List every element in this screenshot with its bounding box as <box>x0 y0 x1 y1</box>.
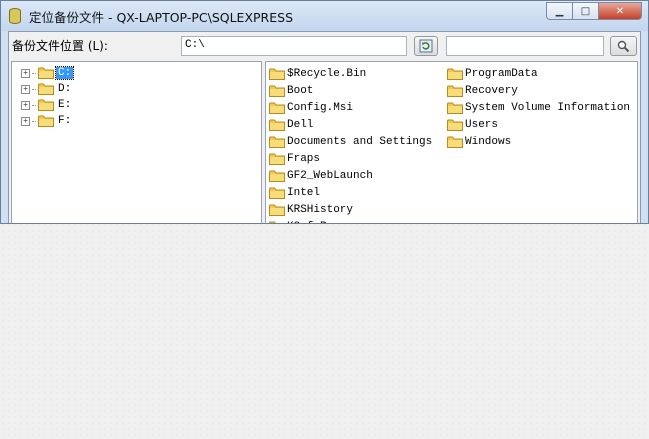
folder-name: $Recycle.Bin <box>287 67 367 80</box>
database-icon <box>9 8 21 24</box>
refresh-button[interactable] <box>414 36 438 56</box>
close-button[interactable]: ✕ <box>598 2 642 20</box>
drive-label: D: <box>58 83 72 95</box>
folder-icon <box>38 67 54 79</box>
title-bar[interactable]: 定位备份文件 - QX-LAPTOP-PC\SQLEXPRESS ▁ □ ✕ <box>1 1 648 31</box>
folder-list[interactable]: $Recycle.Bin Boot Config.Msi Dell Documents … <box>265 61 638 224</box>
folder-name: Users <box>465 118 499 131</box>
folder-name: Recovery <box>465 84 518 97</box>
folder-item[interactable]: Users <box>447 116 630 133</box>
folder-icon <box>269 85 285 97</box>
plus-expander-icon[interactable]: + <box>21 100 30 110</box>
window-controls: ▁ □ ✕ <box>546 2 642 20</box>
folder-icon <box>269 119 285 131</box>
drive-tree[interactable]: + C: + D: + E: + F: <box>11 61 262 223</box>
folder-icon <box>447 102 463 114</box>
folder-item[interactable]: $Recycle.Bin <box>269 65 432 82</box>
plus-expander-icon[interactable]: + <box>21 84 30 94</box>
folder-icon <box>269 102 285 114</box>
folder-icon <box>38 115 54 127</box>
folder-icon <box>38 83 54 95</box>
folder-icon <box>447 68 463 80</box>
folder-item[interactable]: System Volume Information <box>447 99 630 116</box>
drive-label: F: <box>58 115 72 127</box>
folder-icon <box>447 136 463 148</box>
backup-location-label: 备份文件位置 (L): <box>12 39 108 53</box>
folder-icon <box>38 99 54 111</box>
tree-connector <box>32 72 36 74</box>
window-title: 定位备份文件 - QX-LAPTOP-PC\SQLEXPRESS <box>29 10 294 25</box>
search-input[interactable] <box>446 36 604 56</box>
drive-label: C: <box>54 66 75 80</box>
tree-connector <box>32 120 36 122</box>
dialog-window: 定位备份文件 - QX-LAPTOP-PC\SQLEXPRESS ▁ □ ✕ 备… <box>0 0 649 224</box>
maximize-button[interactable]: □ <box>572 2 598 20</box>
drive-label: E: <box>58 99 72 111</box>
folder-name: GF2_WebLaunch <box>287 169 373 182</box>
folder-icon <box>269 204 285 216</box>
folder-icon <box>269 68 285 80</box>
folder-item[interactable]: Windows <box>447 133 630 150</box>
drive-node[interactable]: + E: <box>21 97 73 113</box>
tree-connector <box>32 88 36 90</box>
folder-item[interactable]: Recovery <box>447 82 630 99</box>
drive-node[interactable]: + D: <box>21 81 73 97</box>
folder-item[interactable]: Boot <box>269 82 432 99</box>
backup-location-input[interactable]: C:\ <box>181 36 407 56</box>
folder-icon <box>269 170 285 182</box>
folder-item[interactable]: Documents and Settings <box>269 133 432 150</box>
folder-item[interactable]: GF2_WebLaunch <box>269 167 432 184</box>
folder-name: Fraps <box>287 152 321 165</box>
folder-item[interactable]: Intel <box>269 184 432 201</box>
folder-icon <box>269 221 285 223</box>
folder-name: Boot <box>287 84 314 97</box>
folder-column-1: $Recycle.Bin Boot Config.Msi Dell Documents … <box>269 65 432 224</box>
folder-column-2: ProgramData Recovery System Volume Informa… <box>447 65 630 150</box>
refresh-icon <box>419 39 433 53</box>
minimize-button[interactable]: ▁ <box>546 2 572 20</box>
folder-name: Config.Msi <box>287 101 354 114</box>
folder-icon <box>269 187 285 199</box>
folder-icon <box>269 136 285 148</box>
folder-item[interactable]: KRSHistory <box>269 201 432 218</box>
folder-name: Dell <box>287 118 314 131</box>
plus-expander-icon[interactable]: + <box>21 116 30 126</box>
folder-name: Documents and Settings <box>287 135 433 148</box>
drive-node[interactable]: + F: <box>21 113 73 129</box>
folder-name: Intel <box>287 186 321 199</box>
folder-name: ProgramData <box>465 67 538 80</box>
search-button[interactable] <box>610 36 637 56</box>
folder-icon <box>447 85 463 97</box>
dialog-client-area: 备份文件位置 (L): C:\ + C: + D: + E: + F: $Recycle.Bi… <box>8 31 641 223</box>
folder-item[interactable]: Fraps <box>269 150 432 167</box>
folder-icon <box>269 153 285 165</box>
folder-item[interactable]: Config.Msi <box>269 99 432 116</box>
folder-item[interactable]: Dell <box>269 116 432 133</box>
folder-item[interactable]: ProgramData <box>447 65 630 82</box>
folder-item[interactable]: KSafeR <box>269 218 432 224</box>
folder-icon <box>447 119 463 131</box>
folder-name: Windows <box>465 135 512 148</box>
drive-node[interactable]: + C: <box>21 65 75 81</box>
folder-name: KRSHistory <box>287 203 354 216</box>
folder-name: KSafeR <box>287 221 327 224</box>
plus-expander-icon[interactable]: + <box>21 68 30 78</box>
search-icon <box>617 40 630 52</box>
tree-connector <box>32 104 36 106</box>
folder-name: System Volume Information <box>465 101 631 114</box>
